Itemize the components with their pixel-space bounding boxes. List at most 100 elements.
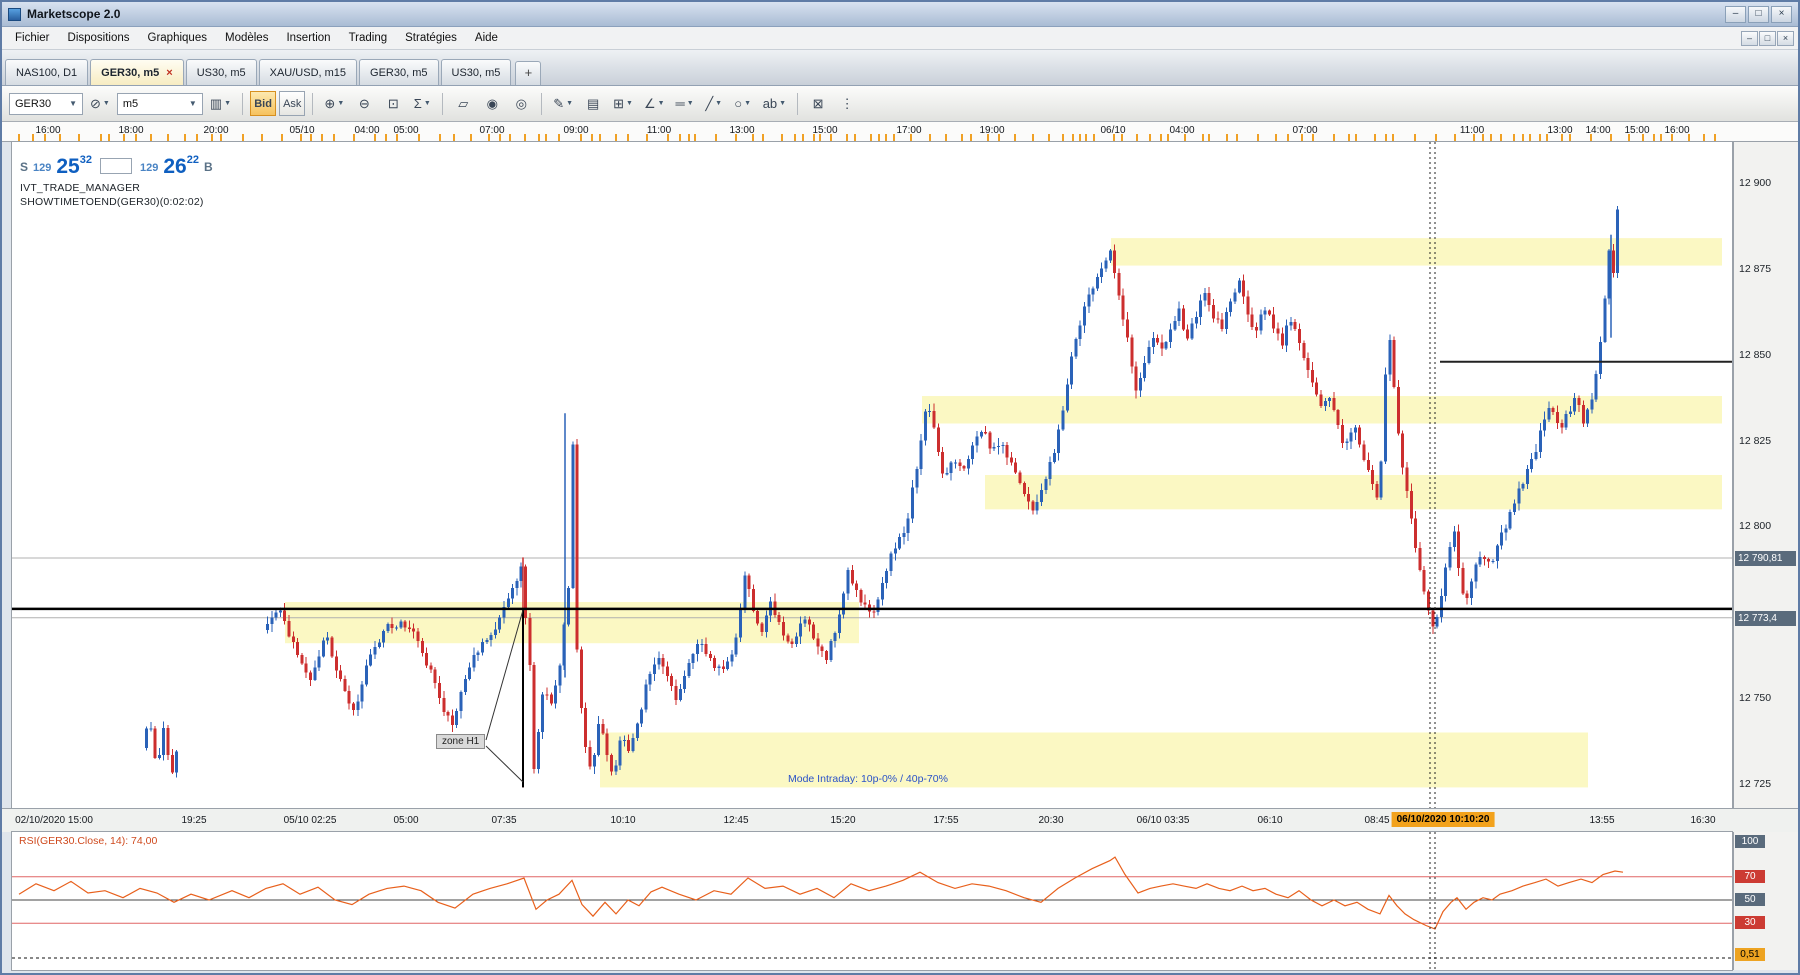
- app-window: Marketscope 2.0 – □ × Fichier Dispositions G…: [0, 0, 1800, 975]
- chevron-down-icon: ▼: [715, 100, 723, 107]
- session-tick: [1414, 134, 1417, 141]
- rsi-axis-label: 50: [1735, 893, 1765, 906]
- menu-item-trading[interactable]: Trading: [340, 29, 397, 47]
- price-axis[interactable]: 12 900 12 875 12 850 12 825 12 800 12 750 12 7…: [1733, 142, 1798, 808]
- session-tick: [1071, 134, 1074, 141]
- time-label: 04:00: [1169, 125, 1195, 136]
- session-tick: [417, 134, 420, 141]
- showtime-label: SHOWTIMETOEND(GER30)(0:02:02): [20, 196, 204, 208]
- sell-price[interactable]: 2532: [56, 150, 92, 177]
- menu-item-strat-gies[interactable]: Stratégies: [396, 29, 466, 47]
- session-tick: [910, 134, 913, 141]
- session-tick: [1472, 134, 1475, 141]
- pencil-button[interactable]: ✎ ▼: [549, 91, 577, 116]
- tab-xau-usd-m15[interactable]: XAU/USD, m15: [258, 59, 358, 85]
- tab-label: US30, m5: [196, 66, 246, 79]
- session-tick: [332, 134, 335, 141]
- child-minimize-button[interactable]: –: [1741, 30, 1758, 46]
- session-tick: [944, 134, 947, 141]
- chart-type-button[interactable]: ▥ ▼: [206, 91, 235, 116]
- session-tick: [452, 134, 455, 141]
- tab-nas100-d1[interactable]: NAS100, D1: [5, 59, 89, 85]
- indicator-ban-button[interactable]: ⊘ ▼: [86, 91, 114, 116]
- chevron-down-icon: ▼: [686, 100, 694, 107]
- session-tick: [1208, 134, 1211, 141]
- session-tick: [135, 134, 138, 141]
- eraser-button[interactable]: ⊠: [805, 91, 831, 116]
- session-tick: [508, 134, 511, 141]
- annotate-button[interactable]: ▱: [450, 91, 476, 116]
- time-label: 17:00: [896, 125, 922, 136]
- menu-item-fichier[interactable]: Fichier: [6, 29, 59, 47]
- menu-item-insertion[interactable]: Insertion: [277, 29, 339, 47]
- tab-close-icon[interactable]: ×: [166, 67, 172, 78]
- tab-us30-m5[interactable]: US30, m5: [185, 59, 257, 85]
- add-tab-button[interactable]: +: [515, 61, 542, 85]
- bid-button-label: Bid: [254, 97, 272, 110]
- rsi-panel[interactable]: RSI(GER30.Close, 14): 74,00: [11, 831, 1733, 971]
- menu-item-aide[interactable]: Aide: [466, 29, 507, 47]
- bid-button[interactable]: Bid: [250, 91, 277, 116]
- maximize-button[interactable]: □: [1748, 5, 1769, 23]
- sell-big-figure[interactable]: 129: [33, 162, 51, 177]
- session-tick: [626, 134, 629, 141]
- session-tick: [687, 134, 690, 141]
- minimize-button[interactable]: –: [1725, 5, 1746, 23]
- session-tick: [300, 134, 303, 141]
- price-tick-label: 12 825: [1739, 434, 1772, 447]
- buy-big-figure[interactable]: 129: [140, 162, 158, 177]
- amount-input[interactable]: [99, 158, 132, 174]
- instrument-combo[interactable]: GER30 ▼: [9, 92, 83, 115]
- ask-button[interactable]: Ask: [279, 91, 306, 116]
- ask-button-label: Ask: [283, 97, 302, 110]
- ellipse-button[interactable]: ○ ▼: [730, 91, 756, 116]
- session-tick: [877, 134, 880, 141]
- price-tick-label: 12 725: [1739, 777, 1772, 790]
- zoom-out-icon: ⊖: [358, 95, 370, 111]
- session-tick: [309, 134, 312, 141]
- tab-ger30-m5[interactable]: GER30, m5 ×: [90, 59, 184, 85]
- session-tick: [373, 134, 376, 141]
- session-tick: [1569, 134, 1572, 141]
- menu-item-graphiques[interactable]: Graphiques: [139, 29, 216, 47]
- tab-us30-m5[interactable]: US30, m5: [440, 59, 512, 85]
- image-button[interactable]: ▤: [580, 91, 606, 116]
- menu-item-mod-les[interactable]: Modèles: [216, 29, 277, 47]
- child-close-button[interactable]: ×: [1777, 30, 1794, 46]
- session-tick: [1148, 134, 1151, 141]
- session-tick: [929, 134, 932, 141]
- session-tick: [693, 134, 696, 141]
- text-button[interactable]: ab ▼: [759, 91, 790, 116]
- zone-h1-label[interactable]: zone H1: [436, 734, 486, 749]
- buy-price[interactable]: 2622: [163, 150, 199, 177]
- sum-button[interactable]: Σ ▼: [409, 91, 435, 116]
- menu-item-dispositions[interactable]: Dispositions: [59, 29, 139, 47]
- session-tick: [752, 134, 755, 141]
- world-button[interactable]: ◎: [508, 91, 534, 116]
- session-tick: [1093, 134, 1096, 141]
- rsi-indicator-label[interactable]: RSI(GER30.Close, 14): 74,00: [19, 835, 157, 847]
- time-label: 07:00: [479, 125, 505, 136]
- hline-button[interactable]: ═ ▼: [672, 91, 698, 116]
- grid-button[interactable]: ⊞ ▼: [609, 91, 637, 116]
- titlebar[interactable]: Marketscope 2.0 – □ ×: [2, 2, 1798, 27]
- close-button[interactable]: ×: [1771, 5, 1792, 23]
- session-tick: [714, 134, 717, 141]
- time-label: 02/10/2020 15:00: [15, 815, 93, 826]
- child-restore-button[interactable]: □: [1759, 30, 1776, 46]
- zoom-out-button[interactable]: ⊖: [351, 91, 377, 116]
- session-tick: [1031, 134, 1034, 141]
- time-label: 15:20: [830, 815, 856, 826]
- price-chart[interactable]: S 129 2532 129 2622 B IVT_TRADE_MANAGER …: [11, 141, 1733, 809]
- structure-button[interactable]: ⋮: [834, 91, 860, 116]
- timeframe-combo[interactable]: m5 ▼: [116, 92, 203, 115]
- chart-bottom-time-axis[interactable]: 02/10/2020 15:00 19:25 05/10 02:25 05:00 07:…: [2, 808, 1798, 832]
- zoom-area-button[interactable]: ⊡: [380, 91, 406, 116]
- trendline-button[interactable]: ╱ ▼: [701, 91, 727, 116]
- globe-button[interactable]: ◉: [479, 91, 505, 116]
- session-tick: [396, 134, 398, 141]
- chevron-down-icon: ▼: [626, 100, 633, 107]
- tab-ger30-m5[interactable]: GER30, m5: [359, 59, 439, 85]
- zoom-in-button[interactable]: ⊕ ▼: [320, 91, 348, 116]
- angle-button[interactable]: ∠ ▼: [640, 91, 669, 116]
